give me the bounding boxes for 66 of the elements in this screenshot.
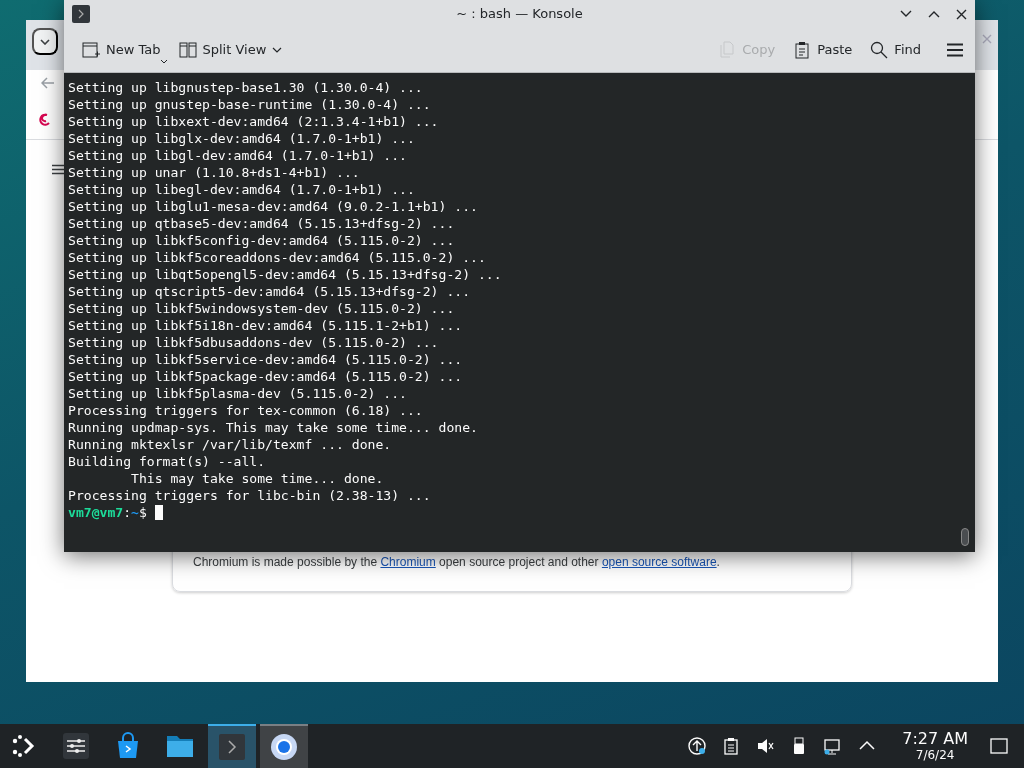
credits-link[interactable]: open source software (601, 555, 717, 569)
terminal-line: Setting up libxext-dev:amd64 (2:1.3.4-1+b1) ... (68, 113, 440, 130)
close-icon[interactable] (956, 8, 967, 20)
terminal-line: Running updmap-sys. This may take some time... done. (68, 419, 479, 436)
window-title: ~ : bash — Konsole (456, 5, 583, 24)
clipboard-icon (793, 41, 812, 59)
menu-icon[interactable] (52, 164, 64, 175)
maximize-icon[interactable] (928, 10, 940, 18)
terminal-line: Setting up libkf5config-dev:amd64 (5.115.0-2) ... (68, 232, 456, 249)
launcher-icon (11, 733, 37, 759)
terminal-line: Processing triggers for libc-bin (2.38-13) ... (68, 487, 432, 504)
taskbar-app-button[interactable] (208, 724, 256, 768)
tab-search-button[interactable] (32, 28, 58, 55)
terminal-line: Setting up libqt5opengl5-dev:amd64 (5.15.13+dfsg-2) ... (68, 266, 503, 283)
clipboard-icon (722, 737, 741, 755)
terminal-line: Setting up libgl-dev:amd64 (1.7.0-1+b1) ... (68, 147, 408, 164)
search-icon (870, 41, 889, 59)
text-cursor (154, 505, 163, 520)
chevron-down-icon (272, 47, 283, 53)
clock-date[interactable]: 7/6/24 (915, 749, 955, 761)
new-tab-icon (82, 41, 100, 59)
credits-link[interactable]: Chromium (380, 555, 436, 569)
terminal-line: Building format(s) --all. (68, 453, 267, 470)
desktop-icon (990, 738, 1008, 754)
split-view-icon (178, 41, 197, 59)
copy-icon (718, 41, 737, 59)
minimize-icon[interactable] (900, 10, 912, 18)
caret-icon (160, 59, 167, 64)
shell-prompt: vm7@vm7:~$ (68, 504, 147, 521)
muted-speaker-icon (756, 737, 775, 755)
terminal-line: Setting up gnustep-base-runtime (1.30.0-4) ... (68, 96, 432, 113)
taskbar-app-button[interactable] (260, 724, 308, 768)
terminal-line: Setting up unar (1.10.8+ds1-4+b1) ... (68, 164, 361, 181)
terminal-line: Setting up libkf5plasma-dev (5.115.0-2) ... (68, 385, 408, 402)
terminal-line: Setting up libkf5package-dev:amd64 (5.115.0-2) ... (68, 368, 464, 385)
terminal-line: Setting up libgnustep-base1.30 (1.30.0-4) ... (68, 79, 424, 96)
terminal-line: Setting up qtbase5-dev:amd64 (5.15.13+dfsg-2) ... (68, 215, 456, 232)
terminal-line: Processing triggers for tex-common (6.18) ... (68, 402, 424, 419)
new-tab-button[interactable]: New Tab (76, 36, 167, 64)
find-button[interactable]: Find (864, 36, 927, 64)
terminal-line: Setting up libkf5service-dev:amd64 (5.115.0-2) ... (68, 351, 464, 368)
network-icon (824, 737, 843, 755)
settings-icon (62, 732, 90, 760)
terminal-line: Setting up libkf5windowsystem-dev (5.115.0-2) ... (68, 300, 456, 317)
terminal-line: Setting up libkf5dbusaddons-dev (5.115.0-2) ... (68, 334, 440, 351)
scrollbar-handle[interactable] (961, 528, 969, 546)
chevron-down-icon (40, 38, 50, 45)
terminal-line: Setting up libegl-dev:amd64 (1.7.0-1+b1) ... (68, 181, 416, 198)
credits-text: Chromium is made possible by the Chromium open source project and other open source software. (193, 554, 721, 571)
terminal-line: Setting up libglu1-mesa-dev:amd64 (9.0.2-1.1+b1) ... (68, 198, 479, 215)
terminal-line: Setting up libglx-dev:amd64 (1.7.0-1+b1) ... (68, 130, 416, 147)
split-view-button[interactable]: Split View (172, 36, 289, 64)
terminal-line: Setting up qtscript5-dev:amd64 (5.15.13+dfsg-2) ... (68, 283, 472, 300)
menu-icon[interactable] (947, 43, 963, 57)
back-arrow-icon[interactable] (41, 77, 55, 89)
terminal-line: Setting up libkf5i18n-dev:amd64 (5.115.1-2+b1) ... (68, 317, 464, 334)
swirl-icon[interactable] (38, 112, 52, 128)
terminal-line: Setting up libkf5coreaddons-dev:amd64 (5.115.0-2) ... (68, 249, 487, 266)
terminal-line: Running mktexlsr /var/lib/texmf ... done. (68, 436, 393, 453)
circle-icon (270, 733, 298, 761)
paste-button[interactable]: Paste (787, 36, 859, 64)
terminal-icon (218, 733, 246, 761)
terminal-icon (72, 5, 90, 23)
update-icon (688, 737, 707, 755)
terminal-line: This may take some time... done. (130, 470, 385, 487)
clock-time[interactable]: 7:27 AM (902, 731, 968, 747)
